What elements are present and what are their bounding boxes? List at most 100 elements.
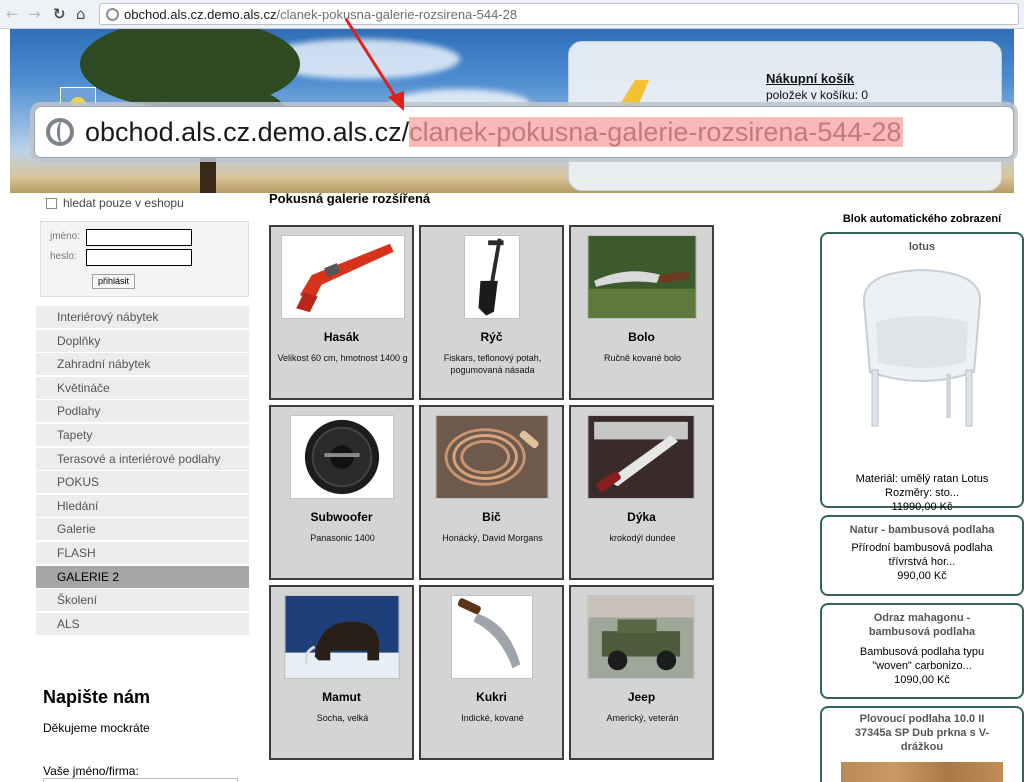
gallery-item-bic[interactable]: Bič Honácký, David Morgans [419,405,564,580]
gallery-item-name: Subwoofer [310,510,373,524]
home-icon[interactable]: ⌂ [76,6,86,22]
gallery-item-name: Jeep [627,690,656,704]
menu-item-tapety[interactable]: Tapety [36,423,249,446]
gallery-item-desc: Indické, kované [461,713,524,723]
gallery-item-jeep[interactable]: Jeep Americký, veterán [569,585,714,760]
gallery-item-desc: Velikost 60 cm, hmotnost 1400 g [277,353,408,363]
menu-item-als[interactable]: ALS [36,612,249,635]
username-row: jméno: [50,229,192,246]
menu-item-hledani[interactable]: Hledání [36,494,249,517]
gallery-item-desc: Panasonic 1400 [310,533,375,543]
address-bar[interactable]: obchod.als.cz.demo.als.cz/clanek-pokusna… [99,3,1019,25]
product-card-plovouci-podlaha[interactable]: Plovoucí podlaha 10.0 II 37345a SP Dub p… [820,706,1024,782]
menu-item-podlahy[interactable]: Podlahy [36,400,249,423]
spade-image[interactable] [464,235,520,319]
cart-title-link[interactable]: Nákupní košík [766,71,854,86]
product-name[interactable]: Natur - bambusová podlaha [822,517,1022,537]
url-path: /clanek-pokusna-galerie-rozsirena-544-28 [276,7,518,22]
globe-icon [46,118,74,146]
username-label: jméno: [50,231,81,242]
gallery-item-ryc[interactable]: Rýč Fiskars, teflonový potah, pogumovaná… [419,225,564,400]
product-name[interactable]: drážkou [822,740,1022,754]
browser-toolbar: ← → ↻ ⌂ obchod.als.cz.demo.als.cz/clanek… [0,0,1024,29]
product-name[interactable]: Plovoucí podlaha 10.0 II [822,708,1022,726]
product-price: 11990,00 Kč [891,501,953,513]
product-price: 990,00 Kč [897,570,947,582]
menu-item-doplnky[interactable]: Doplňky [36,329,249,352]
kukri-knife-image[interactable] [451,595,533,679]
gallery-item-subwoofer[interactable]: Subwoofer Panasonic 1400 [269,405,414,580]
zoomed-url-host: obchod.als.cz.demo.als.cz/ [85,117,410,147]
menu-item-flash[interactable]: FLASH [36,541,249,564]
product-description: třívrstvá hor... [888,556,956,568]
left-sidebar: hledat pouze v eshopu jméno: heslo: přih… [36,193,249,782]
lotus-chair-image[interactable] [842,262,1002,442]
reload-icon[interactable]: ↻ [53,6,66,22]
product-name[interactable]: 37345a SP Dub prkna s V- [822,726,1022,740]
product-name[interactable]: bambusová podlaha [822,625,1022,639]
jeep-image[interactable] [587,595,695,679]
gallery-item-name: Dýka [627,510,656,524]
login-button[interactable]: přihlásit [92,274,136,289]
gallery-item-bolo[interactable]: Bolo Ručně kované bolo [569,225,714,400]
menu-item-interierovy-nabytek[interactable]: Interiérový nábytek [36,306,249,328]
gallery-item-name: Mamut [322,690,361,704]
gallery-item-kukri[interactable]: Kukri Indické, kované [419,585,564,760]
product-card-odraz-mahagonu[interactable]: Odraz mahagonu - bambusová podlaha Bambu… [820,603,1024,699]
subwoofer-image[interactable] [290,415,394,499]
mammoth-sculpture-image[interactable] [284,595,400,679]
forward-arrow-icon[interactable]: → [28,6,41,22]
page-title: Pokusná galerie rozšířená [269,191,431,206]
contact-name-label: Vaše jméno/firma: [43,764,139,778]
oak-plank-image[interactable] [841,762,1003,782]
checkbox-icon[interactable] [46,198,57,209]
menu-item-pokus[interactable]: POKUS [36,471,249,494]
gallery-item-desc: Honácký, David Morgans [442,533,543,543]
gallery-grid: Hasák Velikost 60 cm, hmotnost 1400 g Rý… [269,225,715,761]
password-label: heslo: [50,251,77,262]
search-only-label: hledat pouze v eshopu [63,196,184,210]
menu-item-skoleni[interactable]: Školení [36,589,249,612]
gallery-item-desc: Ručně kované bolo [603,353,682,363]
contact-name-input[interactable] [43,778,238,782]
username-input[interactable] [86,229,192,246]
whip-image[interactable] [435,415,549,499]
password-input[interactable] [86,249,192,266]
pipe-wrench-image[interactable] [281,235,405,319]
category-menu: Interiérový nábytek Doplňky Zahradní náb… [36,306,249,636]
menu-item-kvetinace[interactable]: Květináče [36,376,249,399]
product-card-lotus[interactable]: lotus Materiál: umělý ratan Lotus Rozměr… [820,232,1024,513]
url-host: obchod.als.cz.demo.als.cz [124,7,277,22]
menu-item-galerie-2[interactable]: GALERIE 2 [36,565,249,588]
gallery-item-name: Rýč [480,330,503,344]
gallery-item-hasak[interactable]: Hasák Velikost 60 cm, hmotnost 1400 g [269,225,414,400]
product-description: Přírodní bambusová podlaha [851,542,993,554]
dagger-image[interactable] [587,415,695,499]
product-name[interactable]: Odraz mahagonu - [822,605,1022,625]
menu-item-zahradni-nabytek[interactable]: Zahradní nábytek [36,353,249,376]
product-description: "woven" carbonizo... [872,660,972,672]
password-row: heslo: [50,249,192,266]
auto-display-block-title: Blok automatického zobrazení [842,213,1002,225]
gallery-item-desc: Americký, veterán [606,713,679,723]
menu-item-galerie[interactable]: Galerie [36,518,249,541]
contact-thanks-text: Děkujeme mockráte [43,721,150,735]
zoomed-url-path-highlight: clanek-pokusna-galerie-rozsirena-544-28 [409,117,904,147]
search-only-option[interactable]: hledat pouze v eshopu [46,196,184,210]
gallery-item-desc: Socha, velká [316,713,369,723]
login-form: jméno: heslo: přihlásit [40,221,249,297]
zoomed-address-callout: obchod.als.cz.demo.als.cz/clanek-pokusna… [34,106,1014,158]
address-text[interactable]: obchod.als.cz.demo.als.cz/clanek-pokusna… [124,7,517,22]
gallery-item-mamut[interactable]: Mamut Socha, velká [269,585,414,760]
contact-title: Napište nám [43,687,151,707]
product-card-natur[interactable]: Natur - bambusová podlaha Přírodní bambu… [820,515,1024,596]
product-name[interactable]: lotus [822,234,1022,254]
cart-count: položek v košíku: 0 [766,88,869,102]
product-description: Bambusová podlaha typu [859,646,985,658]
bolo-knife-image[interactable] [587,235,697,319]
gallery-item-dyka[interactable]: Dýka krokodýl dundee [569,405,714,580]
menu-item-terasove-podlahy[interactable]: Terasové a interiérové podlahy [36,447,249,470]
back-arrow-icon[interactable]: ← [6,6,19,22]
product-description: Materiál: umělý ratan Lotus [855,473,989,485]
globe-icon [106,8,119,21]
